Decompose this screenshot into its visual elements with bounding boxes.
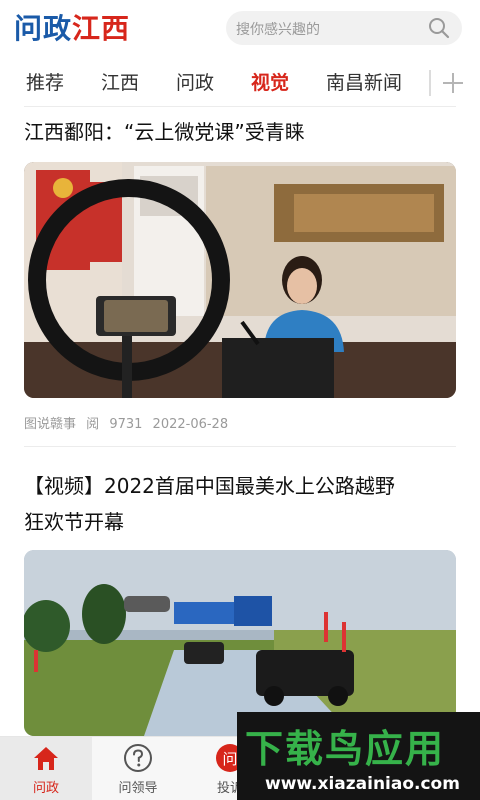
home-icon bbox=[34, 747, 58, 770]
article-meta: 图说赣事 阅 9731 2022-06-28 bbox=[24, 413, 234, 432]
question-icon bbox=[124, 744, 152, 772]
search-placeholder: 搜你感兴趣的 bbox=[236, 22, 320, 38]
watermark-url: www.xiazainiao.com bbox=[265, 774, 460, 794]
add-channel-icon[interactable] bbox=[440, 70, 466, 96]
search-bar[interactable]: 搜你感兴趣的 bbox=[226, 11, 462, 45]
tab-nanchang-news[interactable]: 南昌新闻 bbox=[326, 68, 402, 95]
logo-text-part2: 江西 bbox=[72, 12, 131, 45]
article-title-line: 【视频】2022首届中国最美水上公路越野 bbox=[24, 474, 395, 498]
tab-recommend[interactable]: 推荐 bbox=[26, 68, 64, 95]
divider bbox=[24, 106, 456, 107]
watermark-title: 下载鸟应用 bbox=[245, 727, 446, 771]
publish-date: 2022-06-28 bbox=[152, 417, 229, 432]
article-image[interactable] bbox=[24, 550, 456, 736]
nav-label: 问领导 bbox=[118, 781, 158, 796]
views-label: 阅 bbox=[86, 417, 100, 432]
divider bbox=[24, 446, 456, 447]
article-title-line: 狂欢节开幕 bbox=[24, 510, 124, 534]
search-icon[interactable] bbox=[428, 17, 450, 39]
tab-jiangxi[interactable]: 江西 bbox=[101, 68, 139, 95]
article-title[interactable]: 江西鄱阳：“云上微党课”受青睐 bbox=[24, 114, 456, 150]
category-tabs: 推荐 江西 问政 视觉 南昌新闻 bbox=[0, 60, 480, 104]
watermark: 下载鸟应用 www.xiazainiao.com bbox=[237, 712, 480, 800]
article-source: 图说赣事 bbox=[24, 417, 77, 432]
tab-divider bbox=[429, 70, 431, 96]
tab-wenzheng[interactable]: 问政 bbox=[176, 68, 214, 95]
nav-label: 问政 bbox=[32, 781, 59, 796]
tab-visual[interactable]: 视觉 bbox=[251, 68, 289, 95]
svg-text:问: 问 bbox=[222, 750, 237, 768]
article-title[interactable]: 【视频】2022首届中国最美水上公路越野 狂欢节开幕 bbox=[24, 468, 456, 540]
nav-item-wenzheng[interactable]: 问政 bbox=[0, 737, 92, 800]
nav-item-ask-leader[interactable]: 问领导 bbox=[92, 737, 184, 800]
app-logo[interactable]: 问政 江西 bbox=[14, 10, 131, 45]
app-header: 问政 江西 搜你感兴趣的 bbox=[0, 0, 480, 56]
article-image[interactable] bbox=[24, 162, 456, 398]
view-count: 9731 bbox=[109, 417, 143, 432]
logo-text-part1: 问政 bbox=[14, 12, 73, 45]
